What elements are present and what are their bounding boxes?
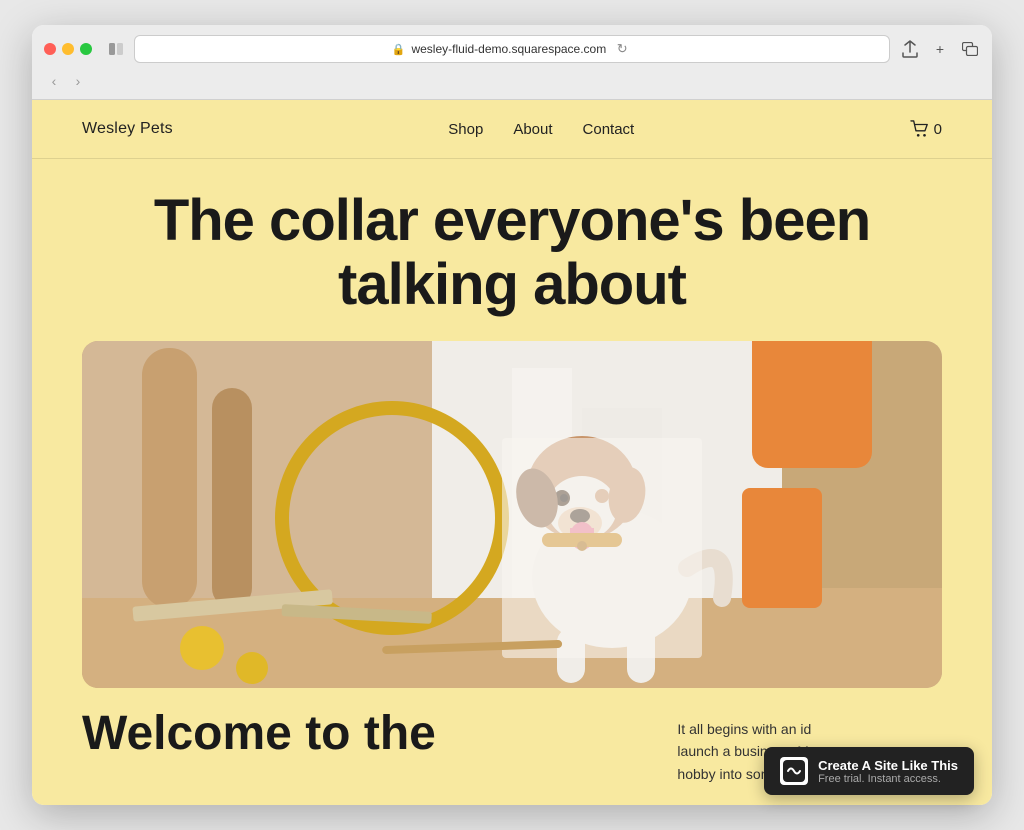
- hero-section: The collar everyone's been talking about: [32, 159, 992, 688]
- nav-links: Shop About Contact: [448, 121, 634, 138]
- squarespace-banner[interactable]: Create A Site Like This Free trial. Inst…: [764, 747, 974, 795]
- maximize-button[interactable]: [80, 43, 92, 55]
- url-text: wesley-fluid-demo.squarespace.com: [411, 42, 606, 56]
- share-button[interactable]: [900, 39, 920, 59]
- site-logo[interactable]: Wesley Pets: [82, 120, 173, 138]
- squarespace-main-text: Create A Site Like This: [818, 758, 958, 773]
- browser-chrome: 🔒 wesley-fluid-demo.squarespace.com ↻ +: [32, 25, 992, 100]
- lock-icon: 🔒: [392, 43, 406, 56]
- close-button[interactable]: [44, 43, 56, 55]
- squarespace-text: Create A Site Like This Free trial. Inst…: [818, 758, 958, 785]
- hero-title: The collar everyone's been talking about: [82, 189, 942, 317]
- nav-shop[interactable]: Shop: [448, 121, 483, 138]
- address-bar-row: ‹ ›: [44, 71, 980, 99]
- cart-icon: [910, 120, 930, 138]
- cart-area[interactable]: 0: [910, 120, 942, 138]
- bottom-heading: Welcome to the: [82, 708, 436, 761]
- forward-arrow[interactable]: ›: [68, 71, 88, 91]
- add-tab-button[interactable]: +: [930, 39, 950, 59]
- squarespace-sub-text: Free trial. Instant access.: [818, 773, 958, 785]
- browser-actions: +: [900, 39, 980, 59]
- dog-illustration: [82, 341, 942, 688]
- cart-count: 0: [934, 121, 942, 138]
- address-bar[interactable]: 🔒 wesley-fluid-demo.squarespace.com ↻: [134, 35, 890, 63]
- nav-about[interactable]: About: [513, 121, 552, 138]
- nav-arrows: ‹ ›: [44, 71, 88, 91]
- hero-image: [82, 341, 942, 688]
- nav-contact[interactable]: Contact: [583, 121, 635, 138]
- reload-button[interactable]: ↻: [612, 39, 632, 59]
- website-content: Wesley Pets Shop About Contact 0 The col…: [32, 100, 992, 805]
- squarespace-logo: [780, 757, 808, 785]
- minimize-button[interactable]: [62, 43, 74, 55]
- traffic-lights: [44, 43, 92, 55]
- windows-button[interactable]: [960, 39, 980, 59]
- browser-window: 🔒 wesley-fluid-demo.squarespace.com ↻ +: [32, 25, 992, 805]
- site-nav: Wesley Pets Shop About Contact 0: [32, 100, 992, 159]
- window-controls: [108, 41, 124, 57]
- back-arrow[interactable]: ‹: [44, 71, 64, 91]
- sidebar-toggle-icon[interactable]: [108, 41, 124, 57]
